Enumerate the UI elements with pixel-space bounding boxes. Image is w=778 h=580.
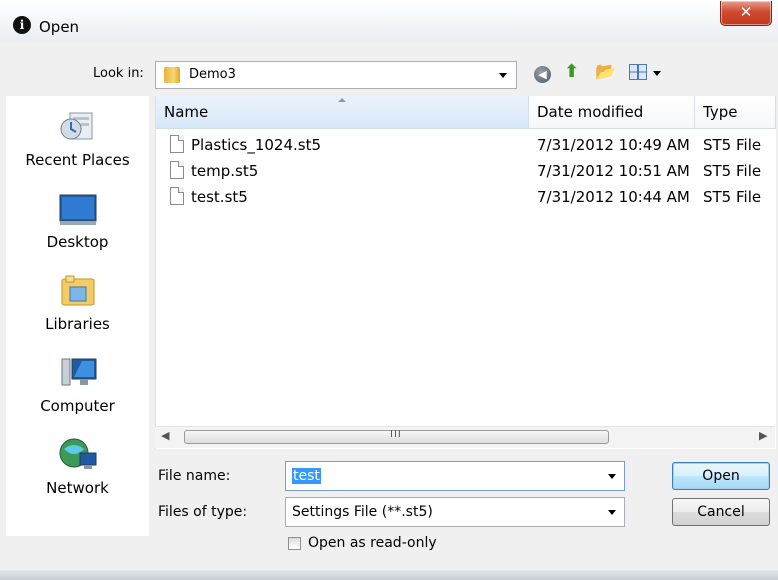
place-label: Libraries [45,315,110,333]
column-header-label: Date modified [537,103,644,121]
place-label: Recent Places [25,151,130,169]
scroll-thumb[interactable]: III [184,429,609,444]
up-folder-button[interactable]: ⬆ [564,61,579,82]
column-header-label: Type [703,103,738,121]
place-network[interactable]: Network [6,437,149,507]
file-icon [170,135,184,153]
file-name-value: test [292,468,321,484]
file-icon [170,161,184,179]
desktop-icon [59,194,97,225]
scroll-right-icon[interactable]: ▶ [759,429,767,442]
file-icon [170,187,184,205]
file-name-label: File name: [158,468,231,484]
column-header-type[interactable]: Type [695,96,776,129]
file-date: 7/31/2012 10:44 AM [537,188,690,206]
file-name: Plastics_1024.st5 [191,136,322,154]
file-name-input[interactable]: test [285,461,625,491]
folder-icon [164,67,180,83]
place-label: Computer [40,397,115,415]
file-type: ST5 File [703,188,762,206]
file-type: ST5 File [703,162,762,180]
column-header-label: Name [164,103,209,121]
file-date: 7/31/2012 10:51 AM [537,162,690,180]
place-desktop[interactable]: Desktop [6,191,149,261]
file-list: Name Date modified Type Plastics_1024.st… [155,96,776,449]
file-row[interactable]: test.st5 7/31/2012 10:44 AM ST5 File [156,184,776,210]
file-type-label: Files of type: [158,504,248,520]
file-date: 7/31/2012 10:49 AM [537,136,690,154]
network-icon [59,438,97,469]
places-bar: Recent Places Desktop Libraries Computer [6,96,149,536]
computer-icon [61,358,97,386]
read-only-checkbox[interactable] [288,537,301,550]
chevron-down-icon[interactable] [653,71,661,76]
file-type-dropdown[interactable]: Settings File (**.st5) [285,497,625,527]
file-name: temp.st5 [191,162,259,180]
view-menu-button[interactable] [629,64,647,80]
close-button[interactable]: ✕ [720,1,772,26]
scroll-left-icon[interactable]: ◀ [161,429,169,442]
chevron-down-icon [499,73,507,78]
read-only-label: Open as read-only [308,535,437,551]
column-header-date[interactable]: Date modified [529,96,695,129]
look-in-dropdown[interactable]: Demo3 [155,61,517,89]
chevron-down-icon[interactable] [608,474,616,479]
new-folder-button[interactable]: 📂 [595,62,616,82]
sort-ascending-icon [338,98,346,102]
window-frame-bottom [0,570,778,580]
cancel-button[interactable]: Cancel [672,498,770,526]
title-bar: i Open ✕ [0,0,778,42]
back-button[interactable]: ◀ [534,66,551,83]
app-info-icon: i [13,16,31,34]
look-in-label: Look in: [93,66,144,81]
horizontal-scrollbar[interactable]: ◀ III ▶ [155,426,775,448]
chevron-down-icon [608,510,616,515]
file-type-value: Settings File (**.st5) [292,504,433,520]
libraries-icon [61,275,95,306]
file-name: test.st5 [191,188,248,206]
column-header-name[interactable]: Name [156,96,529,129]
look-in-value: Demo3 [189,67,236,82]
place-computer[interactable]: Computer [6,355,149,425]
file-row[interactable]: Plastics_1024.st5 7/31/2012 10:49 AM ST5… [156,132,776,158]
window-title: Open [39,18,80,36]
file-row[interactable]: temp.st5 7/31/2012 10:51 AM ST5 File [156,158,776,184]
grip-icon: III [390,429,402,440]
place-libraries[interactable]: Libraries [6,273,149,343]
place-label: Desktop [46,233,109,251]
place-label: Network [46,479,109,497]
file-type: ST5 File [703,136,762,154]
recent-places-icon [60,112,93,140]
place-recent-places[interactable]: Recent Places [6,109,149,179]
open-button[interactable]: Open [672,462,770,490]
